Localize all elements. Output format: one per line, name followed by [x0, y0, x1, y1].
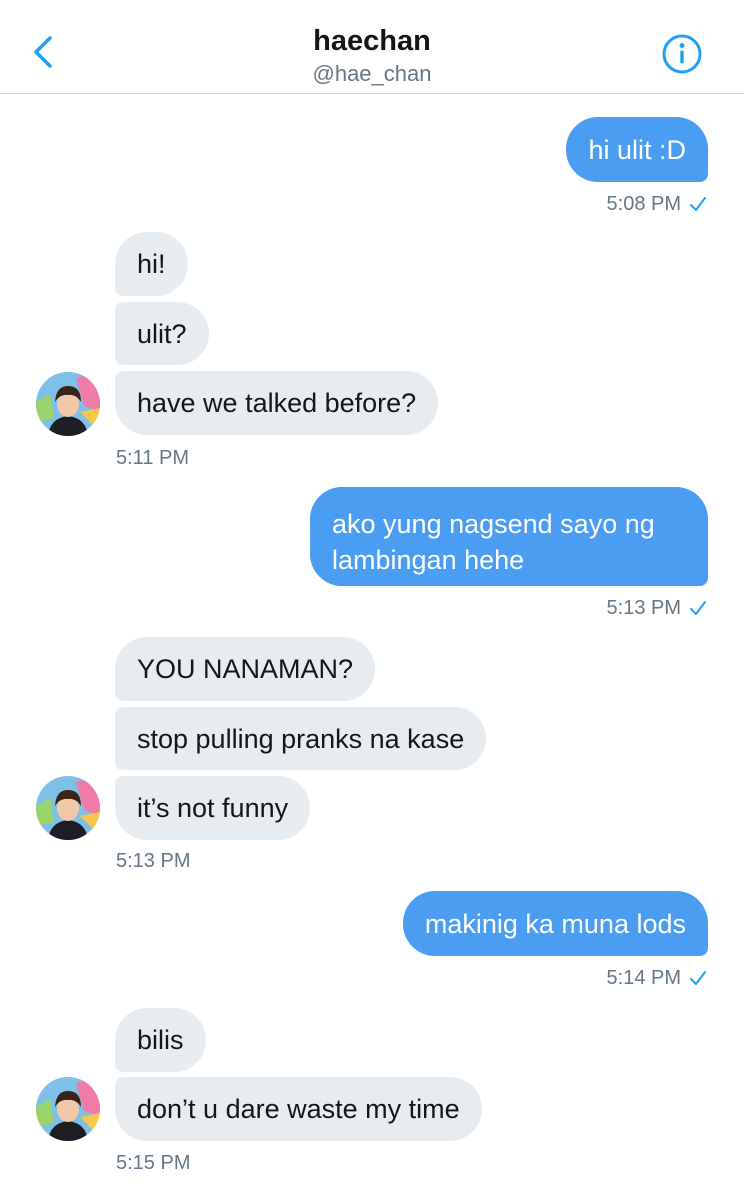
- timestamp-text: 5:08 PM: [606, 193, 681, 215]
- message-bubble-incoming[interactable]: ulit?: [115, 302, 209, 365]
- message-timestamp: 5:13 PM: [607, 596, 707, 620]
- timestamp-text: 5:14 PM: [606, 967, 681, 989]
- message-bubble-incoming[interactable]: have we talked before?: [115, 371, 439, 435]
- conversation-header: haechan @hae_chan: [0, 0, 744, 94]
- avatar-image: [36, 372, 100, 436]
- avatar[interactable]: [36, 776, 100, 840]
- message-bubble-incoming[interactable]: YOU NANAMAN?: [115, 637, 376, 701]
- message-bubble-outgoing[interactable]: makinig ka muna lods: [402, 891, 708, 956]
- message-timestamp: 5:15 PM: [116, 1152, 191, 1174]
- avatar-image: [36, 776, 100, 840]
- message-text: don’t u dare waste my time: [137, 1094, 460, 1124]
- message-bubble-incoming[interactable]: hi!: [115, 232, 188, 296]
- message-timestamp: 5:08 PM: [607, 192, 707, 216]
- message-text: ako yung nagsend sayo ng lambingan hehe: [332, 509, 655, 575]
- message-bubble-outgoing[interactable]: ako yung nagsend sayo ng lambingan hehe: [310, 487, 708, 586]
- avatar[interactable]: [36, 1077, 100, 1141]
- checkmark-icon: [690, 197, 706, 211]
- message-text: YOU NANAMAN?: [137, 654, 354, 684]
- message-bubble-outgoing[interactable]: hi ulit :D: [566, 117, 708, 182]
- info-circle-icon: [662, 34, 702, 74]
- conversation-title[interactable]: haechan: [0, 24, 744, 58]
- avatar-image: [36, 1077, 100, 1141]
- message-timestamp: 5:11 PM: [116, 447, 189, 469]
- message-bubble-incoming[interactable]: stop pulling pranks na kase: [115, 707, 487, 770]
- avatar[interactable]: [36, 372, 100, 436]
- message-timestamp: 5:14 PM: [607, 966, 707, 990]
- conversation-handle[interactable]: @hae_chan: [0, 61, 744, 87]
- message-text: stop pulling pranks na kase: [137, 723, 465, 754]
- message-text: have we talked before?: [137, 388, 417, 418]
- message-text: bilis: [137, 1025, 184, 1055]
- checkmark-icon: [690, 971, 706, 985]
- message-text: ulit?: [137, 318, 187, 349]
- message-text: it’s not funny: [137, 793, 289, 823]
- message-text: hi!: [137, 249, 166, 279]
- timestamp-text: 5:13 PM: [606, 597, 681, 619]
- message-text: makinig ka muna lods: [424, 908, 686, 939]
- message-text: hi ulit :D: [588, 134, 686, 165]
- message-bubble-incoming[interactable]: bilis: [115, 1008, 206, 1072]
- message-bubble-incoming[interactable]: it’s not funny: [115, 776, 311, 840]
- info-button[interactable]: [661, 33, 703, 75]
- message-bubble-incoming[interactable]: don’t u dare waste my time: [115, 1077, 482, 1141]
- message-timestamp: 5:13 PM: [116, 850, 191, 872]
- checkmark-icon: [690, 601, 706, 615]
